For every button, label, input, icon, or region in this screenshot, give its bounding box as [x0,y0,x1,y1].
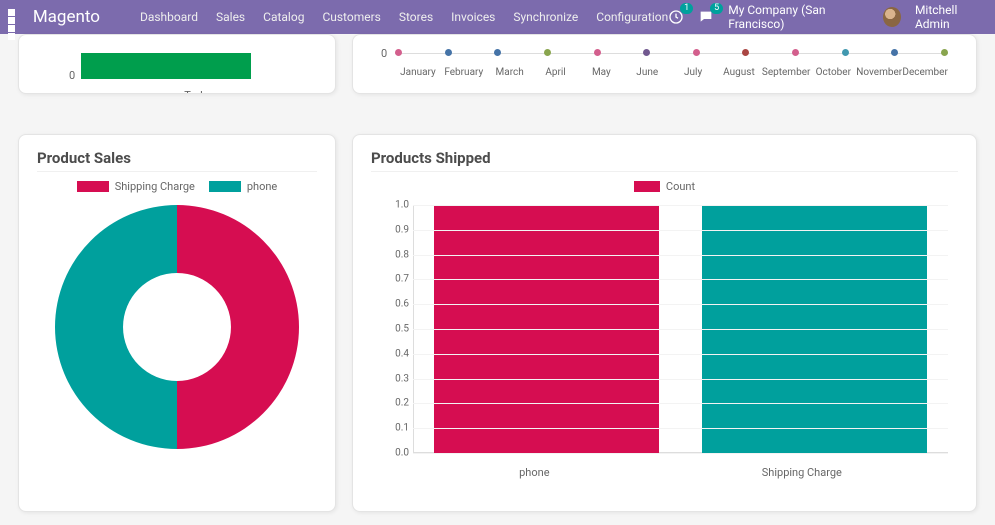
bar-ytick: 0.3 [371,373,409,384]
top-bar-chart: 0 [81,49,317,79]
swatch-teal [209,181,241,192]
top-line-ytick-0: 0 [381,47,387,60]
top-bar-card: 0 Today [18,34,336,94]
activity-button[interactable]: 1 [668,9,684,25]
products-shipped-chart: phone Shipping Charge 0.0 0.1 0.2 0.3 0.4 0.5 0… [371,199,958,479]
company-selector[interactable]: My Company (San Francisco) [728,3,869,31]
nav-configuration[interactable]: Configuration [596,10,668,24]
line-point [842,49,849,56]
donut-slice [55,205,177,449]
product-sales-legend: Shipping Charge phone [37,180,317,193]
bar-ytick: 0.8 [371,249,409,260]
bar-ytick: 0.2 [371,398,409,409]
brand-title: Magento [33,7,100,27]
line-point [643,49,650,56]
products-shipped-card: Products Shipped Count phone Shipping Cha… [352,134,977,512]
line-point [594,49,601,56]
bar-ytick: 0.4 [371,348,409,359]
month-label: September [762,67,811,78]
month-label: August [716,67,762,78]
top-bar-ytick-0: 0 [69,69,75,82]
bar-ytick: 1.0 [371,200,409,211]
bar-ytick: 0.6 [371,299,409,310]
line-point [494,49,501,56]
nav-sales[interactable]: Sales [216,10,245,24]
bar-xlabel: phone [519,466,549,479]
line-point [941,49,948,56]
bar-ytick: 0.1 [371,423,409,434]
swatch-count [634,181,660,192]
user-menu[interactable]: Mitchell Admin [915,3,987,31]
month-label: October [810,67,856,78]
nav-synchronize[interactable]: Synchronize [513,10,578,24]
legend-label-2: phone [247,180,277,193]
line-point [693,49,700,56]
bar-ytick: 0.0 [371,448,409,459]
product-sales-title: Product Sales [37,149,317,167]
top-line-chart: 0 [395,45,948,67]
bar-ytick: 0.7 [371,274,409,285]
legend-phone[interactable]: phone [209,180,277,193]
nav-stores[interactable]: Stores [399,10,433,24]
legend-count-label: Count [666,180,695,193]
bar-ytick: 0.9 [371,224,409,235]
nav-dashboard[interactable]: Dashboard [140,10,198,24]
products-shipped-title: Products Shipped [371,149,958,167]
product-sales-card: Product Sales Shipping Charge phone [18,134,336,512]
nav-invoices[interactable]: Invoices [451,10,495,24]
top-bar-xlabel: Today [81,89,317,94]
avatar[interactable] [883,7,901,27]
month-label: January [395,67,441,78]
donut-slice [177,205,299,449]
nav-customers[interactable]: Customers [322,10,380,24]
month-label: November [856,67,902,78]
apps-icon[interactable] [8,9,23,25]
month-label: May [578,67,624,78]
products-shipped-legend: Count [371,180,958,193]
month-label: February [441,67,487,78]
line-point [742,49,749,56]
line-point [395,49,402,56]
nav-catalog[interactable]: Catalog [263,10,304,24]
line-point [445,49,452,56]
page-content: 0 Today 0 JanuaryFebruaryMarchAprilMayJu… [0,34,995,512]
header-right: 1 5 My Company (San Francisco) Mitchell … [668,3,987,31]
month-label: April [533,67,579,78]
swatch-pink [77,181,109,192]
main-nav: Dashboard Sales Catalog Customers Stores… [140,10,668,24]
legend-shipping-charge[interactable]: Shipping Charge [77,180,195,193]
month-label: June [624,67,670,78]
bar-ytick: 0.5 [371,324,409,335]
top-line-xlabels: JanuaryFebruaryMarchAprilMayJuneJulyAugu… [395,67,948,78]
product-sales-donut [51,201,303,453]
app-header: Magento Dashboard Sales Catalog Customer… [0,0,995,34]
line-point [792,49,799,56]
bar-xlabel: Shipping Charge [762,466,842,479]
messages-button[interactable]: 5 [698,9,714,25]
line-point [891,49,898,56]
month-label: March [487,67,533,78]
top-bar [81,53,251,79]
line-point [544,49,551,56]
messages-badge: 5 [710,3,723,14]
month-label: December [902,67,948,78]
activity-badge: 1 [680,3,693,14]
legend-label-1: Shipping Charge [115,180,195,193]
month-label: July [670,67,716,78]
top-line-card: 0 JanuaryFebruaryMarchAprilMayJuneJulyAu… [352,34,977,94]
